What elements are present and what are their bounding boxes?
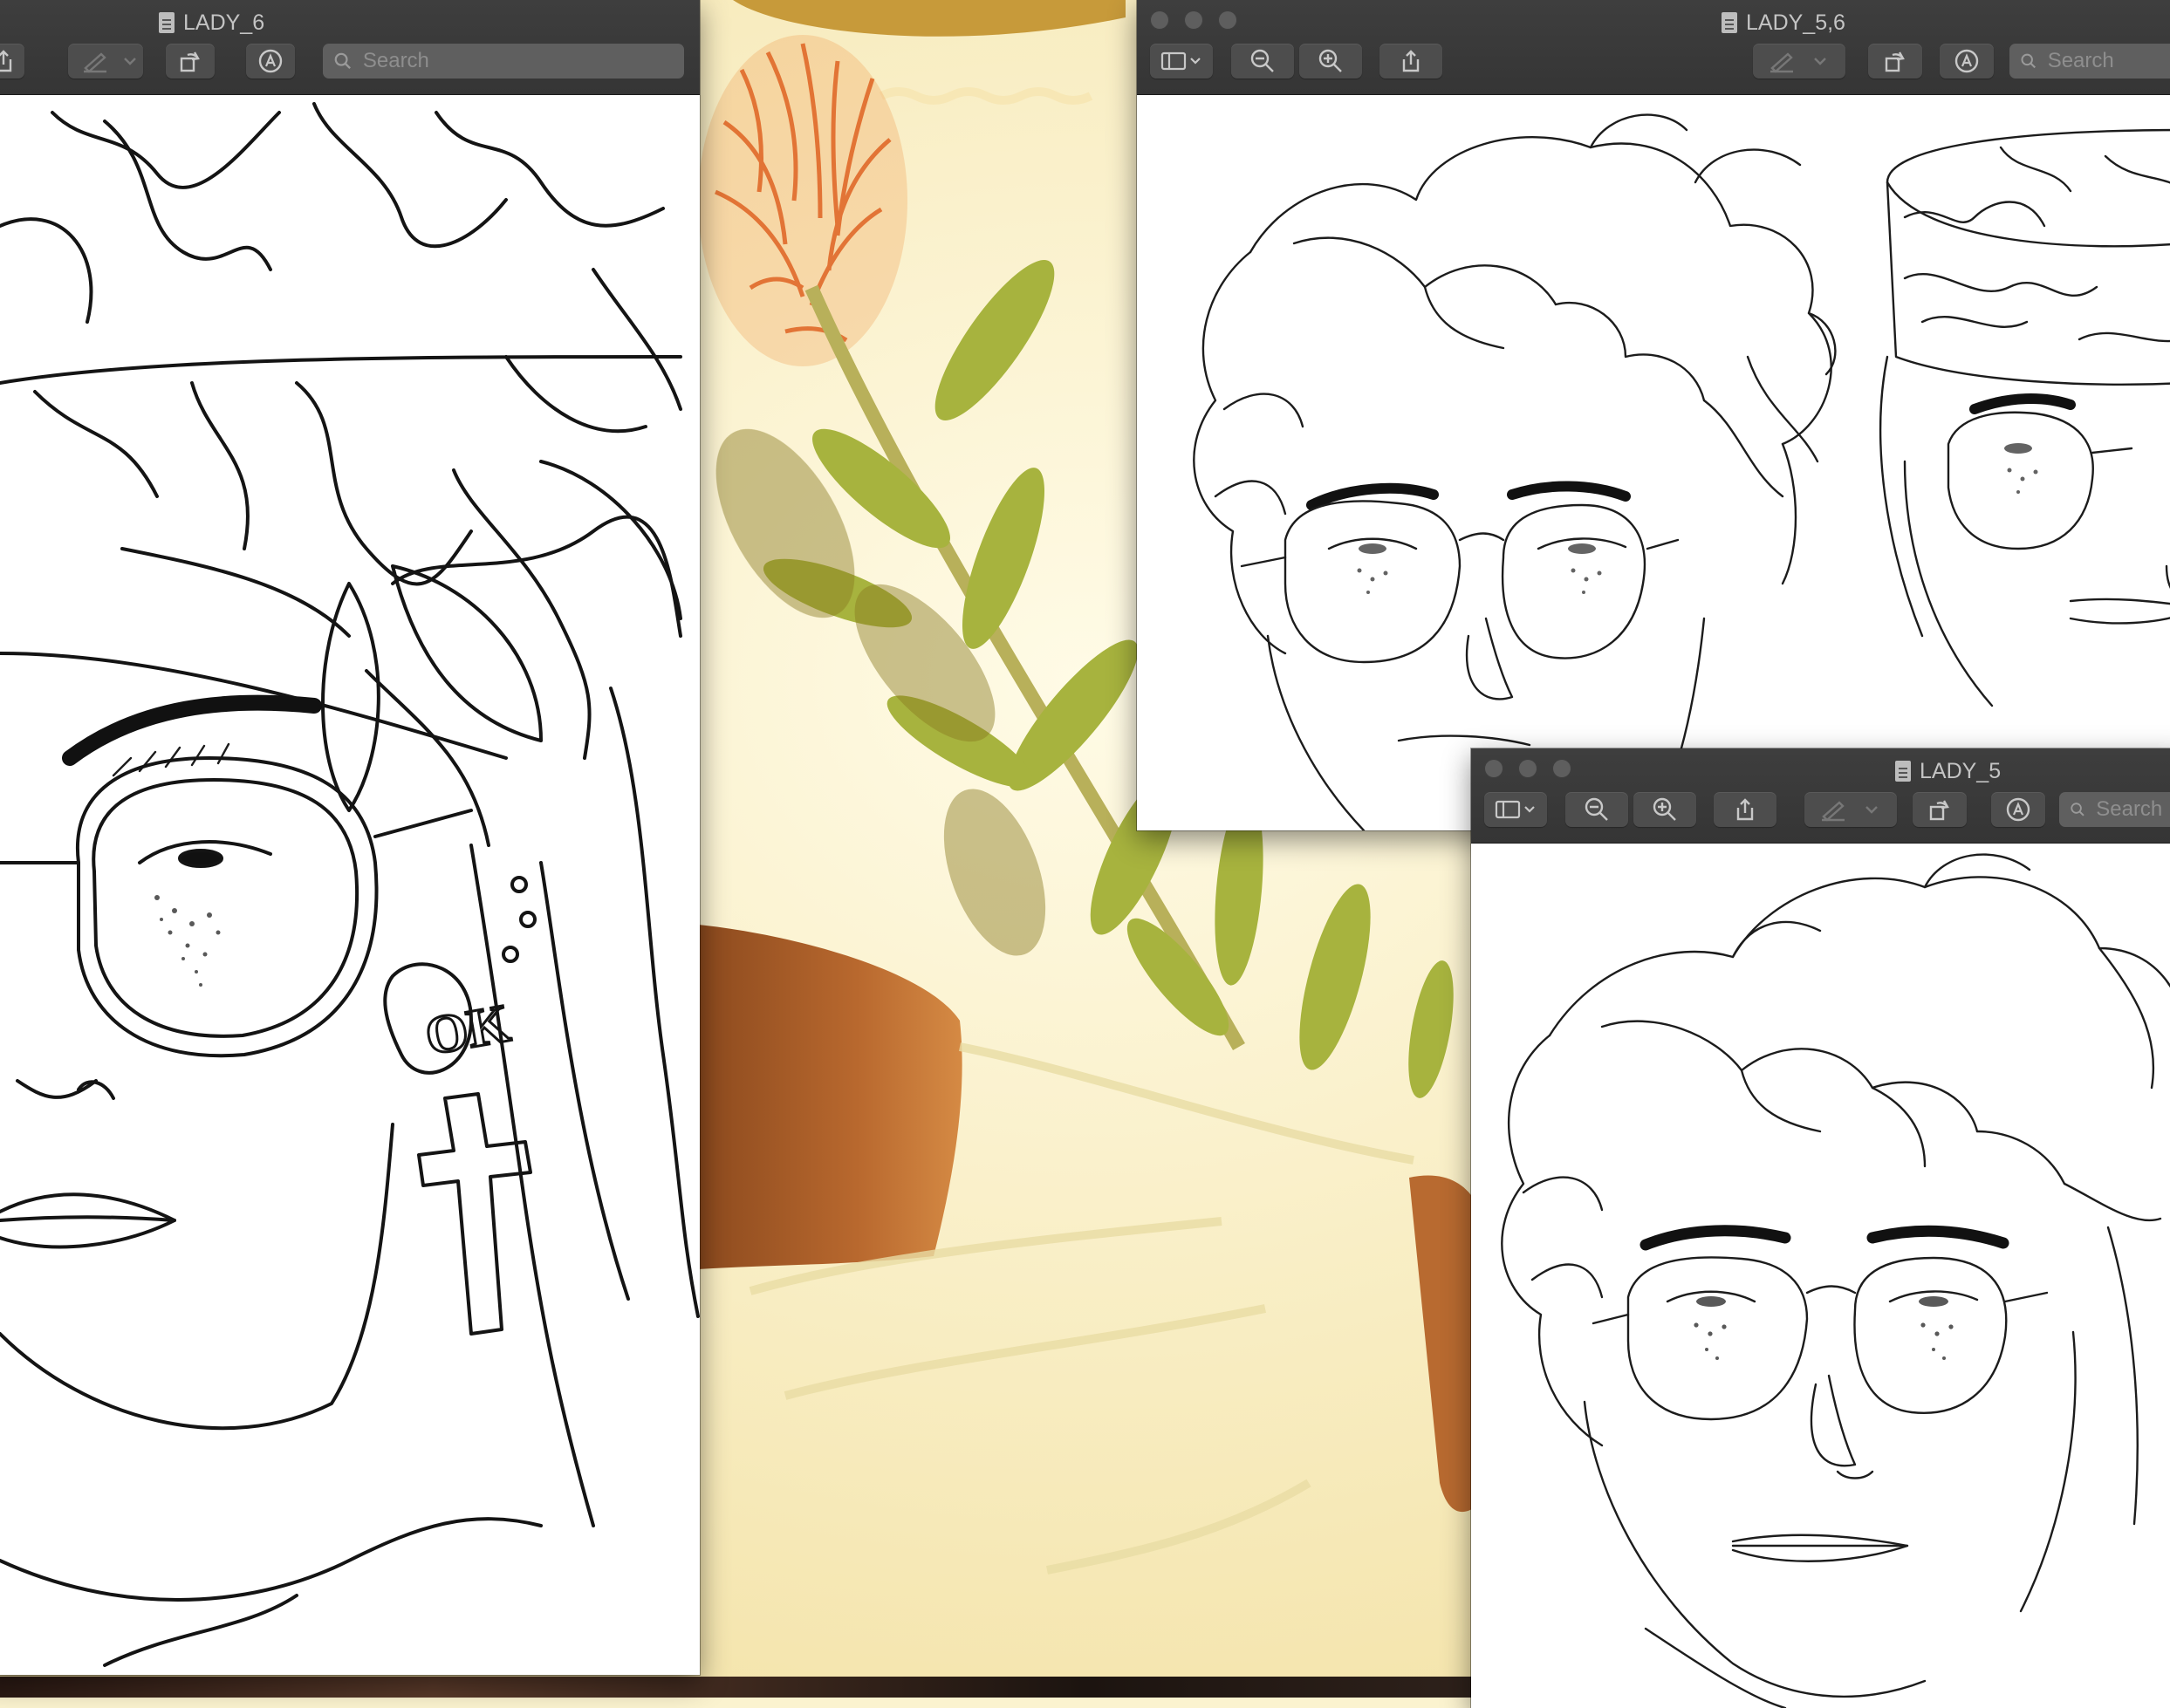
annotate-button[interactable]	[1991, 792, 2045, 827]
image-canvas[interactable]: OK	[0, 95, 700, 1675]
annotate-icon	[258, 49, 283, 73]
zoom-out-icon	[1585, 797, 1608, 821]
preview-window-lady56[interactable]: LADY_5,6	[1137, 0, 2170, 830]
zoom-out-icon	[1250, 49, 1274, 72]
rotate-icon	[1885, 51, 1905, 72]
earring-letters: OK	[421, 994, 515, 1067]
line-drawing-lady5	[1501, 853, 2170, 1708]
window-title-text: LADY_6	[183, 10, 265, 35]
annotate-icon	[1954, 49, 1979, 73]
sidebar-toggle-button[interactable]	[1150, 44, 1213, 79]
document-icon	[1722, 12, 1737, 33]
zoom-in-icon	[1653, 797, 1676, 821]
preview-window-lady5[interactable]: LADY_5	[1471, 748, 2170, 1708]
annotate-button[interactable]	[1940, 44, 1994, 79]
minimize-button[interactable]	[1518, 759, 1537, 778]
sidebar-toggle-icon	[1495, 800, 1535, 819]
document-icon	[1895, 761, 1911, 782]
document-icon	[159, 12, 175, 33]
sidebar-toggle-button[interactable]	[1484, 792, 1547, 827]
minimize-button[interactable]	[1184, 10, 1203, 30]
line-drawing-lady6: OK	[0, 102, 700, 1667]
search-input[interactable]	[2045, 48, 2170, 74]
markup-pen-button[interactable]	[1804, 792, 1897, 827]
window-titlebar[interactable]: LADY_5,6	[1137, 0, 2170, 95]
chevron-down-icon	[124, 58, 136, 65]
search-input[interactable]	[360, 48, 684, 74]
rotate-button[interactable]	[1868, 44, 1922, 79]
line-drawing-lady56	[1193, 113, 2170, 830]
zoom-button[interactable]	[1218, 10, 1237, 30]
markup-pen-button[interactable]	[1753, 44, 1845, 79]
rotate-icon	[180, 51, 200, 72]
sidebar-toggle-icon	[1160, 51, 1201, 71]
image-canvas[interactable]	[1471, 844, 2170, 1708]
search-field[interactable]	[323, 44, 684, 79]
markup-pen-icon	[1822, 801, 1845, 822]
markup-pen-icon	[1770, 52, 1793, 73]
zoom-in-icon	[1318, 49, 1342, 72]
window-title-text: LADY_5,6	[1746, 10, 1845, 35]
window-titlebar[interactable]: LADY_5	[1471, 748, 2170, 844]
annotate-icon	[2006, 797, 2030, 822]
share-button[interactable]	[1714, 792, 1776, 827]
preview-window-lady6[interactable]: LADY_6 Search OK	[0, 0, 700, 1675]
share-icon	[1736, 798, 1754, 821]
chevron-down-icon	[1865, 806, 1878, 814]
markup-pen-button[interactable]	[68, 44, 143, 79]
search-icon	[334, 52, 351, 70]
zoom-out-button[interactable]	[1231, 44, 1294, 79]
window-controls[interactable]	[1484, 759, 1571, 778]
close-button[interactable]	[1150, 10, 1169, 30]
zoom-in-button[interactable]	[1633, 792, 1696, 827]
search-field[interactable]	[2009, 44, 2170, 79]
chevron-down-icon	[1814, 58, 1826, 65]
window-titlebar[interactable]: LADY_6	[0, 0, 700, 95]
window-controls[interactable]	[1150, 10, 1237, 30]
window-title: LADY_6	[159, 7, 298, 38]
search-input[interactable]	[2094, 796, 2170, 823]
rotate-button[interactable]	[1913, 792, 1967, 827]
close-button[interactable]	[1484, 759, 1503, 778]
share-icon	[1402, 50, 1420, 72]
window-title-text: LADY_5	[1920, 758, 2002, 783]
rotate-icon	[1929, 800, 1949, 821]
markup-pen-icon	[84, 52, 106, 73]
annotate-button[interactable]	[246, 44, 295, 79]
zoom-button[interactable]	[1552, 759, 1571, 778]
zoom-in-button[interactable]	[1299, 44, 1362, 79]
search-field[interactable]	[2059, 792, 2170, 827]
zoom-out-button[interactable]	[1565, 792, 1628, 827]
rotate-button[interactable]	[166, 44, 215, 79]
window-title: LADY_5,6	[1722, 7, 1896, 38]
share-button[interactable]	[1379, 44, 1442, 79]
share-button[interactable]	[0, 44, 24, 79]
share-icon	[0, 50, 12, 72]
search-icon	[2071, 803, 2084, 816]
window-title: LADY_5	[1895, 755, 2035, 787]
search-icon	[2021, 53, 2036, 69]
image-canvas[interactable]	[1137, 95, 2170, 830]
protea-flower	[698, 35, 907, 366]
